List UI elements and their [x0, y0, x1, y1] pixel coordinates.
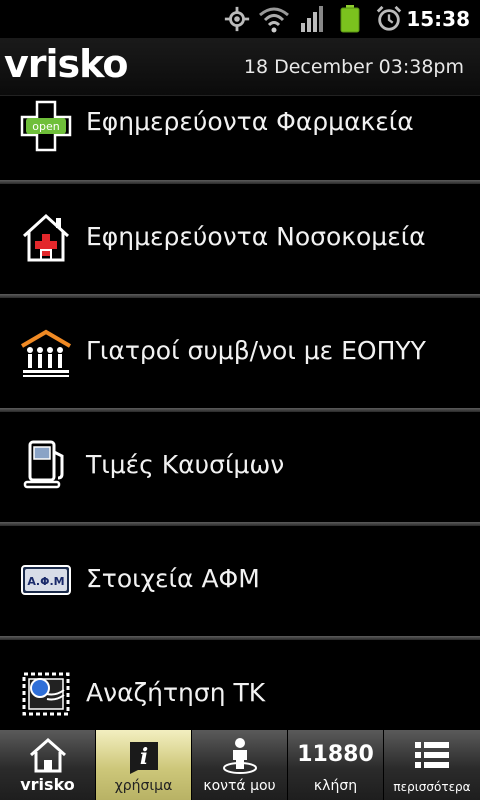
tab-label: κοντά μου: [203, 778, 276, 794]
menu-item-label: Τιμές Καυσίμων: [86, 450, 285, 479]
tab-call-11880[interactable]: 11880 κλήση: [288, 730, 384, 800]
useful-menu-list[interactable]: open Εφημερεύοντα Φαρμακεία Εφημερεύοντα…: [0, 96, 480, 730]
menu-item-afm[interactable]: Α.Φ.Μ Στοιχεία ΑΦΜ: [0, 526, 480, 640]
status-time: 15:38: [406, 7, 470, 31]
more-list-icon: [415, 742, 449, 768]
menu-item-label: Γιατροί συμβ/νοι με ΕΟΠΥΥ: [86, 336, 426, 365]
hospital-icon: [22, 213, 70, 262]
gps-icon: [224, 6, 250, 32]
doctors-icon: [20, 329, 72, 377]
menu-item-label: Εφημερεύοντα Νοσοκομεία: [86, 222, 426, 251]
pharmacy-icon-text: open: [32, 120, 59, 133]
bottom-nav: vrisko i χρήσιμα κοντά μου 11880 κλήση π…: [0, 730, 480, 800]
tab-nearby[interactable]: κοντά μου: [192, 730, 288, 800]
tab-label: κλήση: [313, 778, 358, 794]
info-icon: i: [130, 742, 158, 774]
afm-icon: Α.Φ.Μ: [21, 565, 71, 595]
app-header: vrisko 18 December 03:38pm: [0, 38, 480, 96]
postal-stamp-icon: [22, 672, 70, 716]
svg-text:i: i: [140, 744, 148, 770]
vrisko-logo[interactable]: vrisko: [4, 42, 129, 86]
menu-item-pharmacies[interactable]: open Εφημερεύοντα Φαρμακεία: [0, 96, 480, 184]
menu-item-postal-code-search[interactable]: Αναζήτηση ΤΚ: [0, 640, 480, 730]
header-date: 18 December 03:38pm: [243, 56, 464, 78]
menu-item-fuel-prices[interactable]: Τιμές Καυσίμων: [0, 412, 480, 526]
tab-label: περισσότερα: [393, 780, 471, 794]
signal-icon: [301, 6, 323, 32]
tab-label: χρήσιμα: [114, 778, 173, 794]
status-bar: 15:38: [0, 0, 480, 38]
person-nearby-icon: [223, 738, 257, 774]
menu-item-doctors[interactable]: Γιατροί συμβ/νοι με ΕΟΠΥΥ: [0, 298, 480, 412]
tab-label: vrisko: [20, 775, 75, 794]
afm-icon-text: Α.Φ.Μ: [27, 575, 64, 588]
tab-vrisko[interactable]: vrisko: [0, 730, 96, 800]
home-icon: [30, 737, 66, 773]
menu-item-label: Εφημερεύοντα Φαρμακεία: [86, 107, 414, 136]
fuel-pump-icon: [23, 440, 64, 489]
wifi-icon: [259, 7, 289, 33]
pharmacy-icon: open: [20, 100, 72, 152]
battery-icon: [340, 5, 360, 33]
tab-11880-number: 11880: [297, 742, 374, 767]
menu-item-hospitals[interactable]: Εφημερεύοντα Νοσοκομεία: [0, 184, 480, 298]
alarm-icon: [376, 5, 402, 31]
menu-item-label: Στοιχεία ΑΦΜ: [86, 564, 260, 593]
tab-useful[interactable]: i χρήσιμα: [96, 730, 192, 800]
tab-more[interactable]: περισσότερα: [384, 730, 480, 800]
menu-item-label: Αναζήτηση ΤΚ: [86, 678, 266, 707]
